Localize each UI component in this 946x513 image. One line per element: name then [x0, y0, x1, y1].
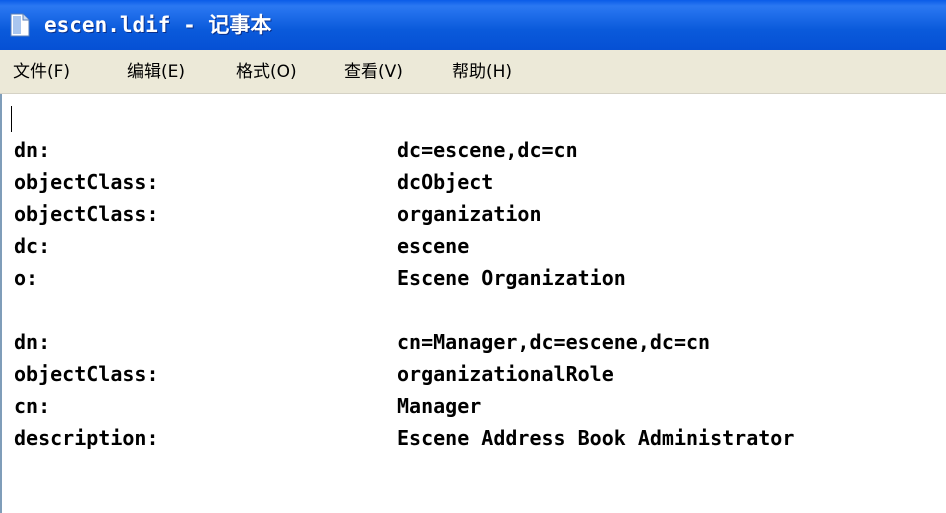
ldif-value: escene — [397, 234, 470, 258]
text-line: o: Escene Organization — [0, 262, 946, 294]
ldif-attribute: objectClass: — [14, 362, 159, 386]
menu-bar: 文件(F) 编辑(E) 格式(O) 查看(V) 帮助(H) — [0, 50, 946, 94]
menu-edit[interactable]: 编辑(E) — [127, 61, 185, 83]
ldif-value: Manager — [397, 394, 482, 418]
ldif-value: cn=Manager,dc=escene,dc=cn — [397, 330, 711, 354]
ldif-attribute: description: — [14, 426, 159, 450]
title-bar[interactable]: escen.ldif - 记事本 — [0, 0, 946, 50]
ldif-attribute: dc: — [14, 234, 51, 258]
text-line: objectClass: dcObject — [0, 166, 946, 198]
ldif-value: dcObject — [397, 170, 494, 194]
text-line: objectClass: organizationalRole — [0, 358, 946, 390]
ldif-value: dc=escene,dc=cn — [397, 138, 578, 162]
text-line: dn: cn=Manager,dc=escene,dc=cn — [0, 326, 946, 358]
ldif-attribute: objectClass: — [14, 170, 159, 194]
text-line: dn: dc=escene,dc=cn — [0, 134, 946, 166]
ldif-value: Escene Organization — [397, 266, 626, 290]
ldif-attribute: cn: — [14, 394, 51, 418]
menu-file[interactable]: 文件(F) — [13, 61, 70, 83]
ldif-value: Escene Address Book Administrator — [397, 426, 795, 450]
text-line: dc: escene — [0, 230, 946, 262]
menu-help[interactable]: 帮助(H) — [452, 61, 512, 83]
ldif-attribute: objectClass: — [14, 202, 159, 226]
menu-format[interactable]: 格式(O) — [236, 61, 297, 83]
ldif-attribute: dn: — [14, 330, 51, 354]
ldif-attribute: o: — [14, 266, 39, 290]
text-line — [0, 294, 946, 326]
notepad-window: escen.ldif - 记事本 文件(F) 编辑(E) 格式(O) 查看(V)… — [0, 0, 946, 513]
notepad-icon — [10, 13, 30, 37]
ldif-value: organization — [397, 202, 542, 226]
ldif-attribute: dn: — [14, 138, 51, 162]
text-line: cn: Manager — [0, 390, 946, 422]
menu-view[interactable]: 查看(V) — [344, 61, 403, 83]
window-title: escen.ldif - 记事本 — [44, 13, 272, 37]
text-line: objectClass: organization — [0, 198, 946, 230]
text-line — [0, 102, 946, 134]
ldif-value: organizationalRole — [397, 362, 614, 386]
text-line: description: Escene Address Book Adminis… — [0, 422, 946, 454]
